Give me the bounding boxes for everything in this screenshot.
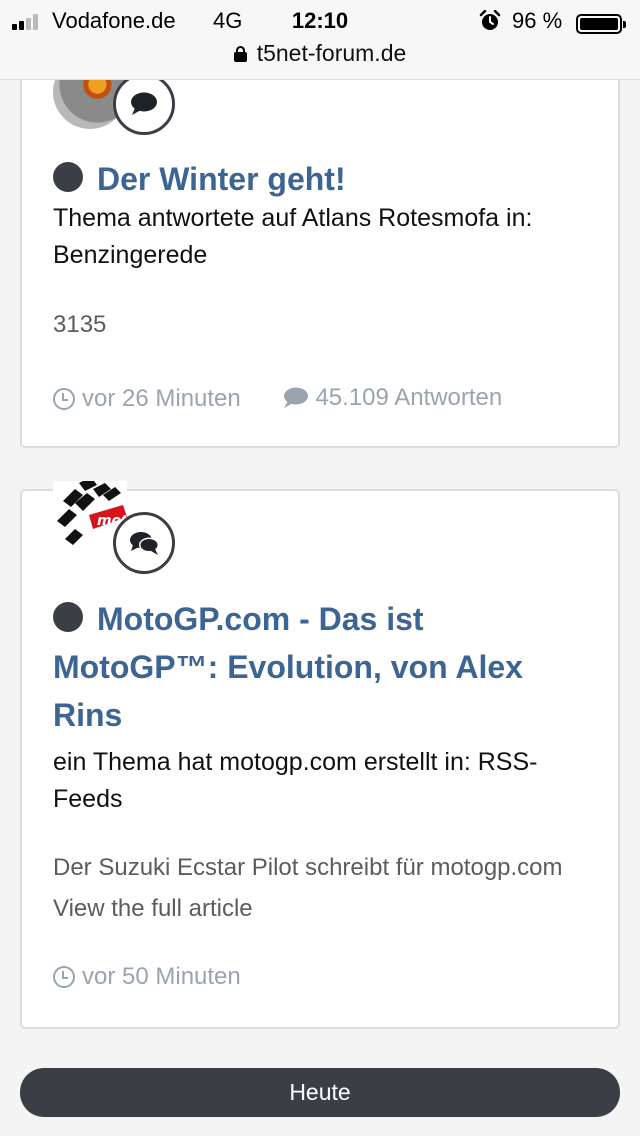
activity-title[interactable]: MotoGP.com - Das ist MotoGP™: Evolution,… <box>53 595 593 739</box>
url-text: t5net-forum.de <box>256 40 407 66</box>
activity-meta: ein Thema hat motogp.com erstellt in: RS… <box>53 748 538 813</box>
alarm-icon <box>479 10 501 30</box>
activity-snippet: Der Suzuki Ecstar Pilot schreibt für mot… <box>53 854 563 922</box>
lock-icon <box>233 46 247 62</box>
activity-replies: 45.109 Antworten <box>281 381 502 415</box>
activity-meta: Thema antwortete auf Atlans Rotesmofa in… <box>53 204 533 269</box>
unread-indicator <box>53 602 83 632</box>
activity-time: vor 50 Minuten <box>53 960 241 994</box>
status-bar: Vodafone.de 4G 12:10 96 % t5net-forum.de <box>0 0 640 80</box>
activity-title-text[interactable]: MotoGP.com - Das ist MotoGP™: Evolution,… <box>53 601 523 733</box>
activity-card: Der Winter geht! Thema antwortete auf At… <box>20 40 620 448</box>
today-button[interactable]: Heute <box>20 1068 620 1117</box>
clock-icon <box>53 966 75 988</box>
activity-time-text: vor 50 Minuten <box>82 963 241 990</box>
activity-title[interactable]: Der Winter geht! <box>53 155 593 203</box>
activity-replies-text: 45.109 Antworten <box>315 384 503 411</box>
activity-time: vor 26 Minuten <box>53 382 241 416</box>
activity-time-text: vor 26 Minuten <box>82 385 241 412</box>
activity-title-text[interactable]: Der Winter geht! <box>97 161 346 197</box>
comments-icon <box>130 532 159 555</box>
activity-card: moto MotoGP.com - Das ist MotoGP™: Evolu… <box>20 481 620 1029</box>
comment-icon <box>284 387 309 408</box>
battery-level-fill <box>580 18 619 30</box>
activity-stats: vor 50 Minuten <box>53 960 275 998</box>
unread-indicator <box>53 162 83 192</box>
activity-stats: vor 26 Minuten 45.109 Antworten <box>53 381 536 420</box>
topic-badge <box>113 512 175 574</box>
address-bar[interactable]: t5net-forum.de <box>0 40 640 67</box>
activity-snippet: 3135 <box>53 311 107 338</box>
clock-icon <box>53 388 75 410</box>
comment-icon <box>131 92 157 115</box>
reply-badge <box>113 73 175 135</box>
battery-percent: 96 % <box>512 8 563 33</box>
battery-icon <box>576 14 626 34</box>
